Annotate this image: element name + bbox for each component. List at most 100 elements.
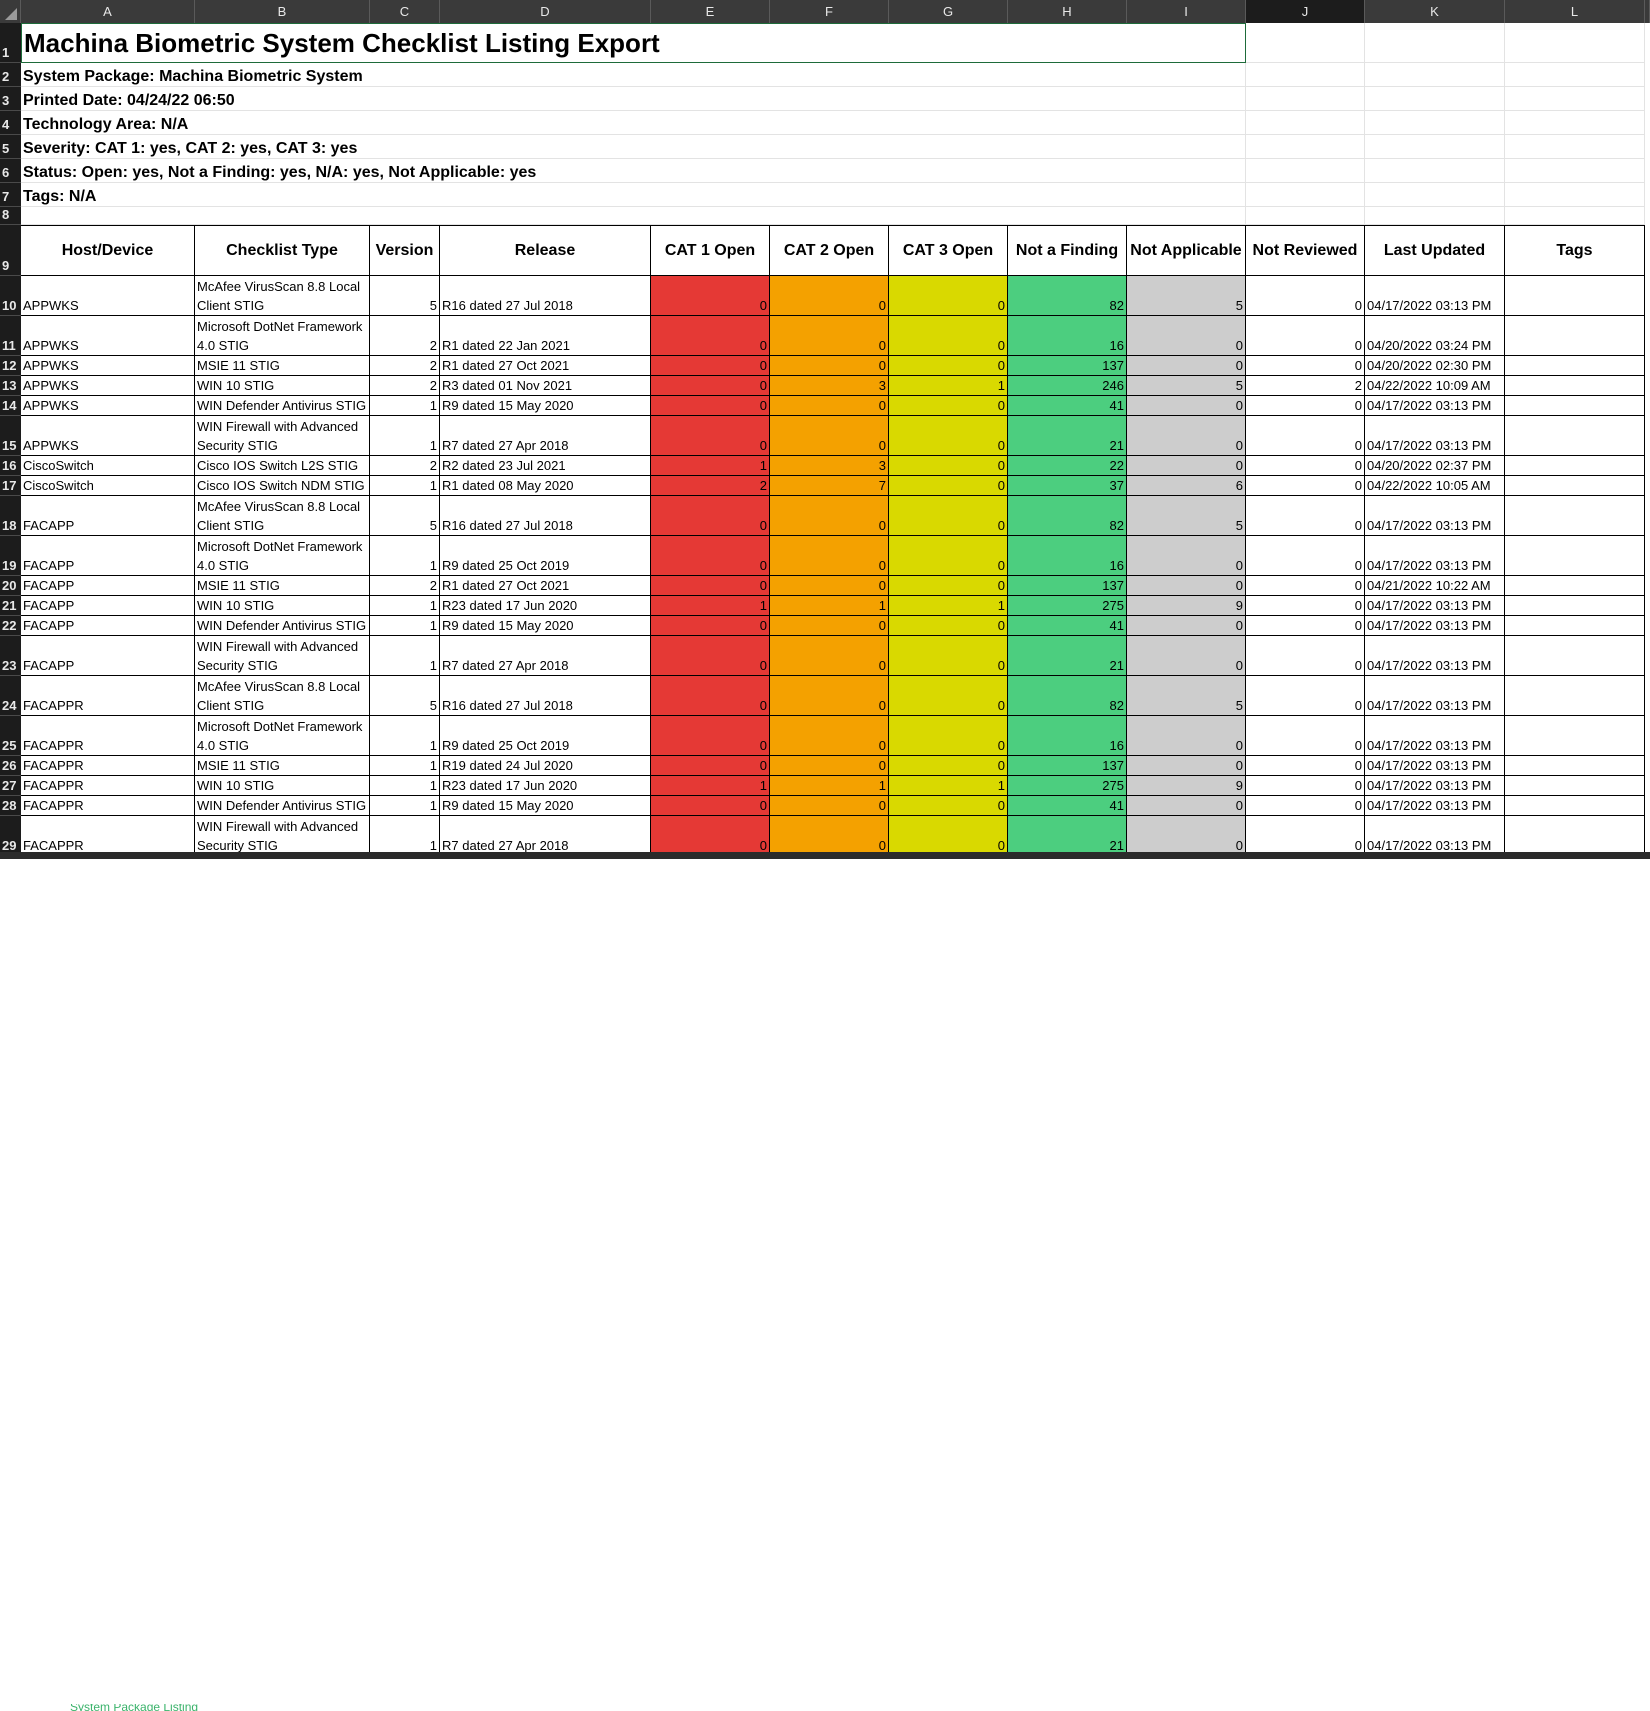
release-cell[interactable]: R1 dated 22 Jan 2021 [440,316,651,356]
column-header-l[interactable]: L [1505,0,1645,23]
cat3-open-cell[interactable]: 0 [889,356,1008,376]
release-cell[interactable]: R16 dated 27 Jul 2018 [440,276,651,316]
cat1-open-cell[interactable]: 0 [651,276,770,316]
row-header-14[interactable]: 14 [0,396,21,416]
select-all-corner[interactable] [0,0,21,23]
cat3-open-cell[interactable]: 0 [889,496,1008,536]
not-applicable-cell[interactable]: 0 [1127,576,1246,596]
cat1-open-cell[interactable]: 0 [651,676,770,716]
empty-row[interactable] [21,207,1246,225]
cat1-open-cell[interactable]: 0 [651,316,770,356]
cat3-open-cell[interactable]: 0 [889,756,1008,776]
not-applicable-cell[interactable]: 0 [1127,636,1246,676]
cat3-open-cell[interactable]: 1 [889,776,1008,796]
cat2-open-cell[interactable]: 1 [770,596,889,616]
host-cell[interactable]: FACAPPR [21,716,195,756]
checklist-type-cell[interactable]: WIN Firewall with Advanced Security STIG [195,816,370,856]
last-updated-cell[interactable]: 04/20/2022 03:24 PM [1365,316,1505,356]
cat3-open-cell[interactable]: 0 [889,816,1008,856]
not-reviewed-cell[interactable]: 0 [1246,796,1365,816]
column-header-e[interactable]: E [651,0,770,23]
row-header-15[interactable]: 15 [0,416,21,456]
spreadsheet-grid[interactable]: A B C D E F G H I J K L 1 2 3 4 5 6 7 8 9 10 11 12 13 14 15 16 17 18 1… [0,0,1650,859]
version-cell[interactable]: 1 [370,776,440,796]
tags-cell[interactable] [1505,456,1645,476]
empty-cell[interactable] [1246,207,1365,225]
empty-cell[interactable] [1365,159,1505,183]
host-cell[interactable]: FACAPP [21,596,195,616]
not-reviewed-cell[interactable]: 0 [1246,816,1365,856]
cat2-open-cell[interactable]: 3 [770,376,889,396]
cat3-open-cell[interactable]: 0 [889,316,1008,356]
row-header-5[interactable]: 5 [0,135,21,159]
not-reviewed-cell[interactable]: 0 [1246,496,1365,536]
cat2-open-cell[interactable]: 0 [770,356,889,376]
not-applicable-cell[interactable]: 0 [1127,756,1246,776]
cat1-open-cell[interactable]: 0 [651,636,770,676]
info-line[interactable]: Printed Date: 04/24/22 06:50 [21,87,1246,111]
host-cell[interactable]: FACAPPR [21,756,195,776]
header-cat3-open[interactable]: CAT 3 Open [889,225,1008,276]
sheet-tab[interactable]: System Package Listing [70,1704,198,1711]
checklist-type-cell[interactable]: MSIE 11 STIG [195,356,370,376]
version-cell[interactable]: 2 [370,456,440,476]
tags-cell[interactable] [1505,776,1645,796]
tags-cell[interactable] [1505,796,1645,816]
column-header-c[interactable]: C [370,0,440,23]
header-not-reviewed[interactable]: Not Reviewed [1246,225,1365,276]
last-updated-cell[interactable]: 04/17/2022 03:13 PM [1365,496,1505,536]
empty-cell[interactable] [1365,23,1505,63]
release-cell[interactable]: R9 dated 15 May 2020 [440,796,651,816]
tags-cell[interactable] [1505,316,1645,356]
info-line[interactable]: Status: Open: yes, Not a Finding: yes, N… [21,159,1246,183]
version-cell[interactable]: 5 [370,496,440,536]
last-updated-cell[interactable]: 04/17/2022 03:13 PM [1365,676,1505,716]
not-applicable-cell[interactable]: 5 [1127,276,1246,316]
cat3-open-cell[interactable]: 0 [889,676,1008,716]
not-applicable-cell[interactable]: 9 [1127,596,1246,616]
last-updated-cell[interactable]: 04/17/2022 03:13 PM [1365,276,1505,316]
not-a-finding-cell[interactable]: 37 [1008,476,1127,496]
checklist-type-cell[interactable]: McAfee VirusScan 8.8 Local Client STIG [195,496,370,536]
release-cell[interactable]: R2 dated 23 Jul 2021 [440,456,651,476]
host-cell[interactable]: APPWKS [21,276,195,316]
host-cell[interactable]: FACAPP [21,636,195,676]
cat1-open-cell[interactable]: 0 [651,496,770,536]
not-reviewed-cell[interactable]: 0 [1246,776,1365,796]
cat1-open-cell[interactable]: 0 [651,376,770,396]
not-reviewed-cell[interactable]: 0 [1246,456,1365,476]
empty-cell[interactable] [1365,87,1505,111]
cat3-open-cell[interactable]: 0 [889,456,1008,476]
checklist-type-cell[interactable]: WIN Defender Antivirus STIG [195,396,370,416]
column-header-b[interactable]: B [195,0,370,23]
version-cell[interactable]: 1 [370,796,440,816]
version-cell[interactable]: 5 [370,276,440,316]
tags-cell[interactable] [1505,416,1645,456]
checklist-type-cell[interactable]: Microsoft DotNet Framework 4.0 STIG [195,716,370,756]
host-cell[interactable]: FACAPPR [21,796,195,816]
header-cat1-open[interactable]: CAT 1 Open [651,225,770,276]
cat2-open-cell[interactable]: 3 [770,456,889,476]
checklist-type-cell[interactable]: Microsoft DotNet Framework 4.0 STIG [195,316,370,356]
not-a-finding-cell[interactable]: 275 [1008,776,1127,796]
info-line[interactable]: Tags: N/A [21,183,1246,207]
cat1-open-cell[interactable]: 0 [651,396,770,416]
last-updated-cell[interactable]: 04/20/2022 02:30 PM [1365,356,1505,376]
not-applicable-cell[interactable]: 5 [1127,376,1246,396]
cat2-open-cell[interactable]: 0 [770,276,889,316]
cat1-open-cell[interactable]: 0 [651,716,770,756]
host-cell[interactable]: APPWKS [21,376,195,396]
cat1-open-cell[interactable]: 1 [651,596,770,616]
cat2-open-cell[interactable]: 1 [770,776,889,796]
not-reviewed-cell[interactable]: 2 [1246,376,1365,396]
empty-cell[interactable] [1246,135,1365,159]
not-applicable-cell[interactable]: 9 [1127,776,1246,796]
not-a-finding-cell[interactable]: 22 [1008,456,1127,476]
row-header-19[interactable]: 19 [0,536,21,576]
info-line[interactable]: Technology Area: N/A [21,111,1246,135]
last-updated-cell[interactable]: 04/17/2022 03:13 PM [1365,776,1505,796]
version-cell[interactable]: 1 [370,756,440,776]
version-cell[interactable]: 2 [370,316,440,356]
cat3-open-cell[interactable]: 0 [889,796,1008,816]
tags-cell[interactable] [1505,476,1645,496]
